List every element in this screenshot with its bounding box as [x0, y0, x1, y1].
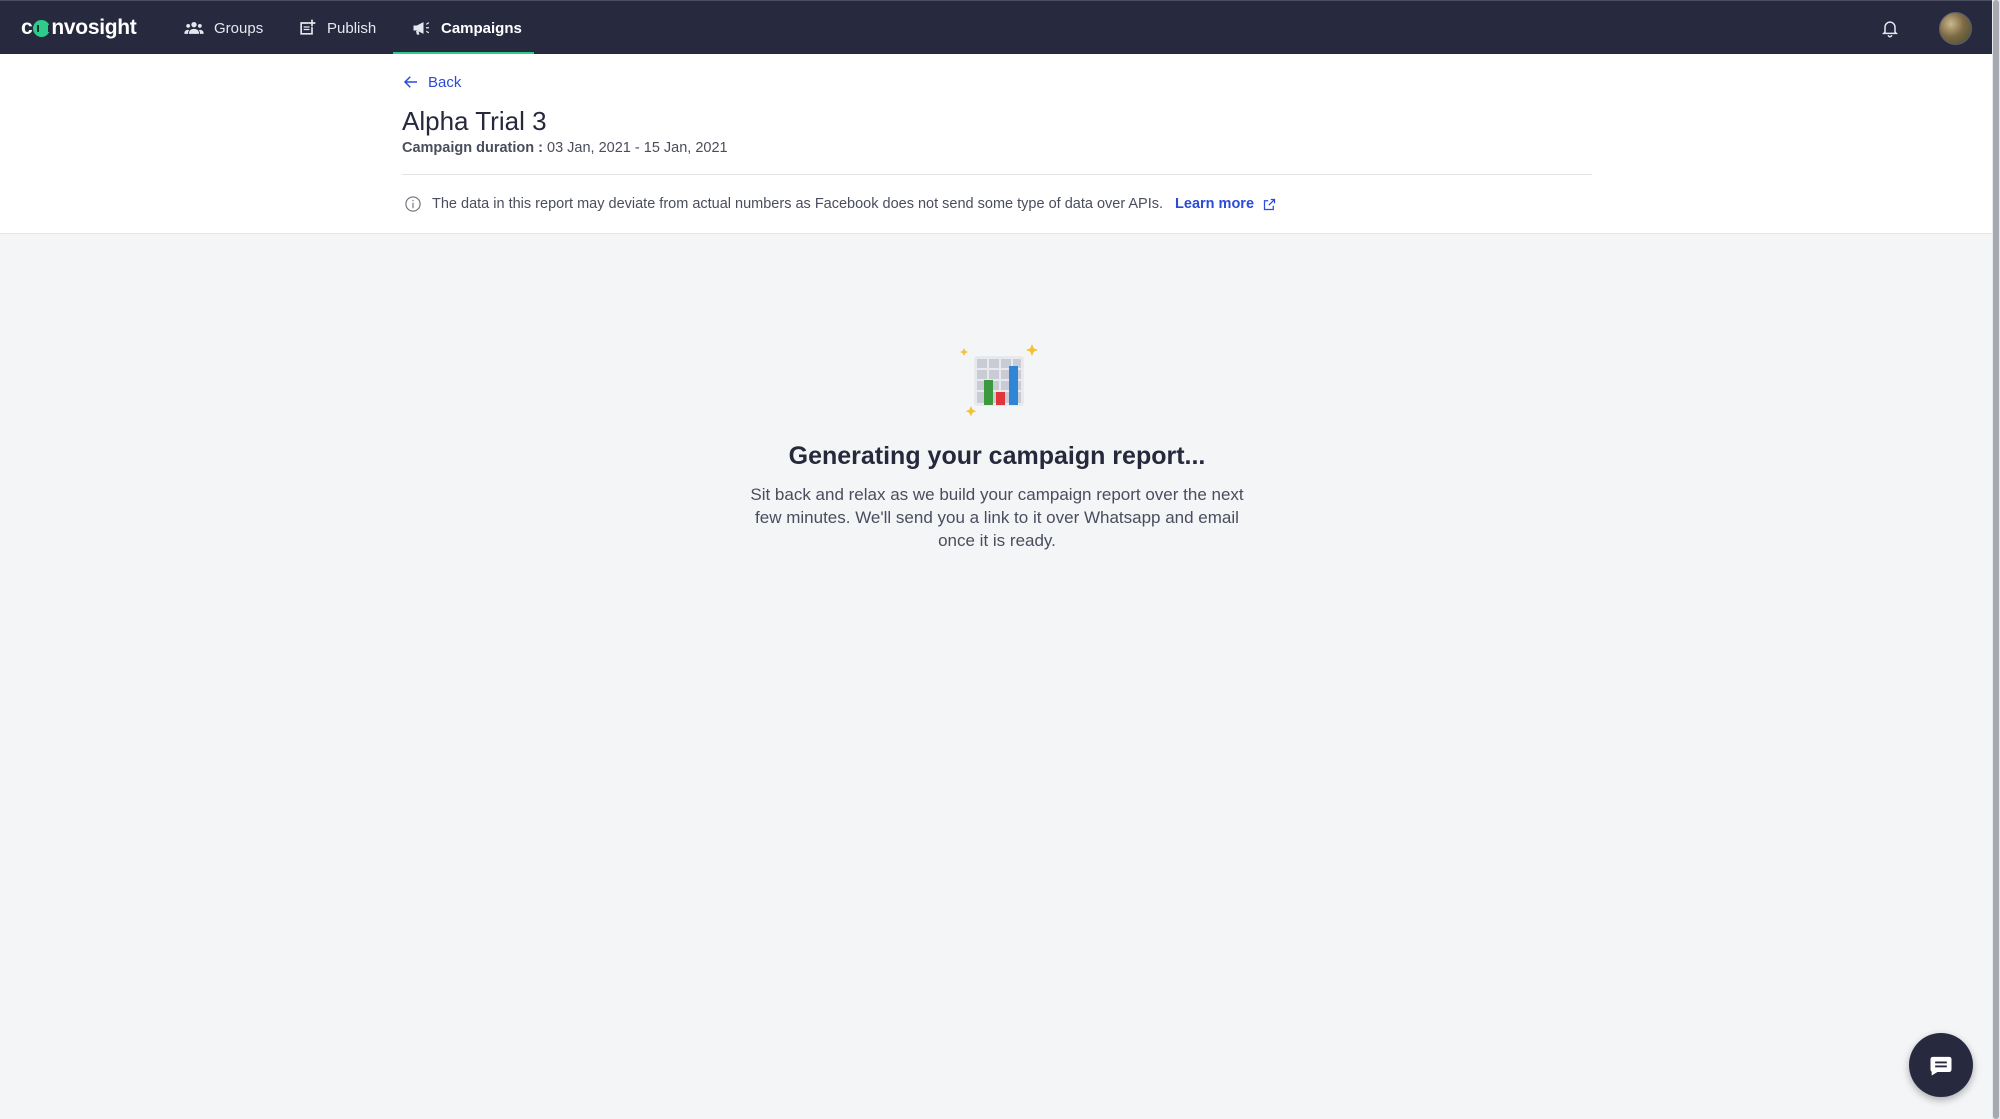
nav-label-groups: Groups	[214, 19, 264, 37]
learn-more-label: Learn more	[1175, 196, 1255, 212]
campaign-header: Back Alpha Trial 3 Campaign duration : 0…	[0, 54, 1992, 234]
report-generating-state: Generating your campaign report... Sit b…	[740, 338, 1254, 552]
state-title: Generating your campaign report...	[788, 442, 1206, 470]
nav-item-publish[interactable]: Publish	[297, 1, 376, 55]
data-deviation-notice: The data in this report may deviate from…	[404, 194, 1277, 214]
groups-icon	[184, 22, 204, 34]
chat-button[interactable]	[1909, 1033, 1973, 1097]
convosight-logo[interactable]: c nvosight	[21, 15, 137, 41]
info-icon	[405, 196, 421, 212]
back-link[interactable]: Back	[402, 70, 461, 94]
external-link-icon	[1263, 198, 1276, 210]
nav-item-campaigns[interactable]: Campaigns	[393, 1, 534, 55]
logo-mark-icon	[33, 19, 51, 37]
header-divider	[402, 174, 1592, 175]
top-navigation: c nvosight Groups Publish Campaigns	[0, 0, 1992, 55]
scrollbar-thumb[interactable]	[1993, 0, 1999, 1119]
app-root: c nvosight Groups Publish Campaigns Back…	[0, 0, 2000, 1119]
chat-icon	[1930, 1056, 1952, 1076]
logo-text-rest: nvosight	[51, 16, 137, 39]
notice-text: The data in this report may deviate from…	[432, 196, 1164, 212]
state-description: Sit back and relax as we build your camp…	[750, 485, 1244, 550]
megaphone-icon	[413, 22, 430, 35]
notifications-button[interactable]	[1880, 18, 1900, 38]
nav-item-groups[interactable]: Groups	[184, 1, 263, 55]
duration-label: Campaign duration :	[402, 140, 543, 156]
user-avatar[interactable]	[1939, 12, 1972, 45]
arrow-left-icon	[403, 76, 417, 88]
publish-icon	[300, 19, 316, 35]
nav-label-publish: Publish	[327, 19, 377, 37]
logo-text-c: c	[21, 16, 33, 39]
nav-label-campaigns: Campaigns	[441, 19, 522, 37]
report-chart-illustration-icon	[960, 344, 1038, 417]
bell-icon	[1881, 21, 1899, 38]
campaign-duration: Campaign duration : 03 Jan, 2021 - 15 Ja…	[402, 140, 728, 156]
page-title: Alpha Trial 3	[402, 106, 547, 136]
learn-more-link[interactable]: Learn more	[1175, 196, 1277, 212]
page-scrollbar[interactable]	[1992, 0, 2000, 1119]
duration-value: 03 Jan, 2021 - 15 Jan, 2021	[547, 140, 728, 156]
back-label: Back	[428, 73, 462, 91]
